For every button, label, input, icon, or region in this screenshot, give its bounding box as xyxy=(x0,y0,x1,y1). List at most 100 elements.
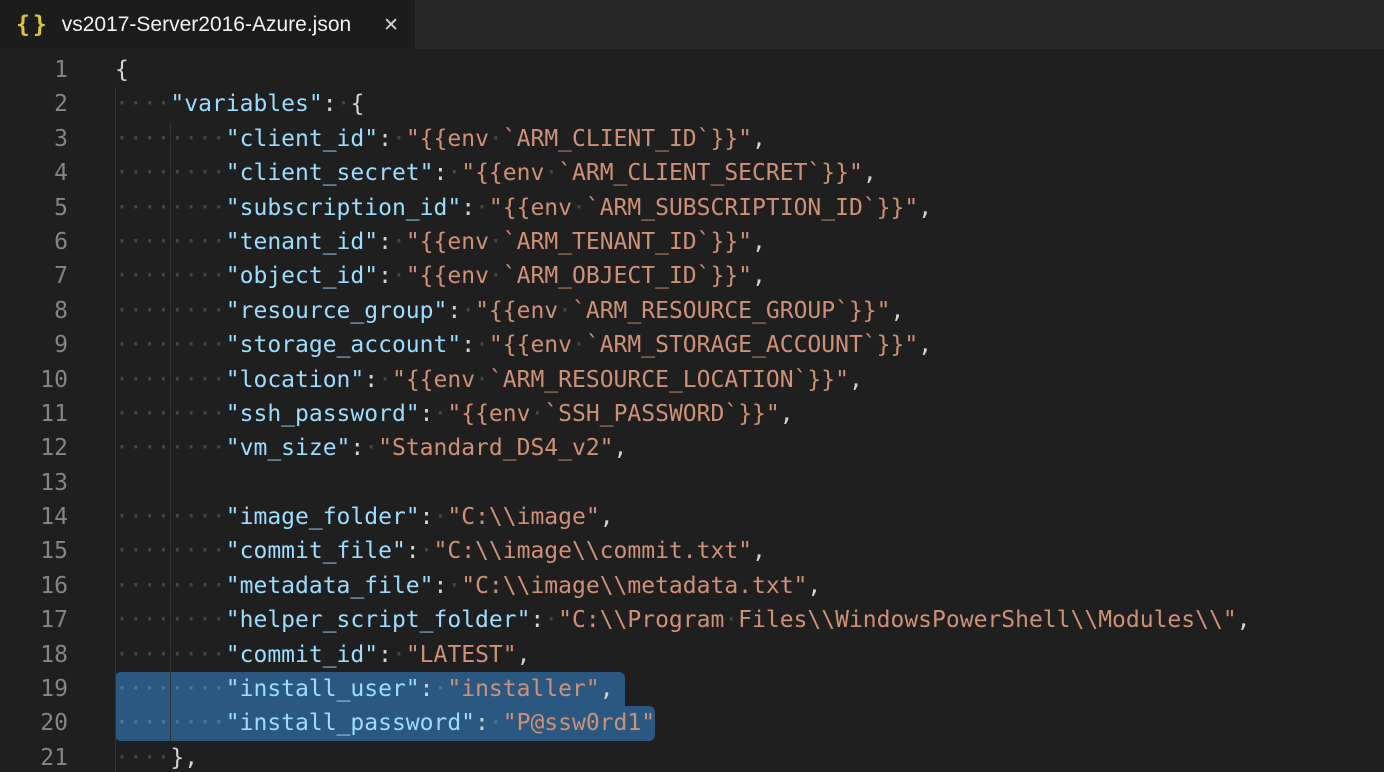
indent-guide xyxy=(170,638,171,672)
json-string-value: "{{env xyxy=(489,332,572,358)
whitespace-dots: · xyxy=(434,401,448,427)
indent-guide xyxy=(170,706,171,740)
whitespace-dots: · xyxy=(489,710,503,736)
code-text: ········"resource_group":·"{{env·`ARM_RE… xyxy=(115,294,904,328)
code-line[interactable]: 18········"commit_id":·"LATEST", xyxy=(0,638,1384,672)
whitespace-dots: ···· xyxy=(115,745,170,771)
json-key: "client_id" xyxy=(226,126,378,152)
line-number[interactable]: 7 xyxy=(0,259,68,293)
whitespace-dots: · xyxy=(364,435,378,461)
line-number[interactable]: 2 xyxy=(0,87,68,121)
json-punctuation: { xyxy=(115,57,129,83)
json-punctuation: : xyxy=(434,573,448,599)
line-number[interactable]: 13 xyxy=(0,466,68,500)
line-number[interactable]: 8 xyxy=(0,294,68,328)
line-number[interactable]: 19 xyxy=(0,672,68,706)
code-line[interactable]: 2 ····"variables":·{ xyxy=(0,87,1384,121)
line-number[interactable]: 9 xyxy=(0,328,68,362)
json-string-value: `SSH_PASSWORD`}}" xyxy=(544,401,779,427)
json-punctuation: , xyxy=(849,367,863,393)
code-text: ········"metadata_file":·"C:\\image\\met… xyxy=(115,569,821,603)
json-punctuation: : xyxy=(420,401,434,427)
code-line[interactable]: 6········"tenant_id":·"{{env·`ARM_TENANT… xyxy=(0,225,1384,259)
whitespace-dots: · xyxy=(544,607,558,633)
whitespace-dots: · xyxy=(434,676,448,702)
code-line[interactable]: 9········"storage_account":·"{{env·`ARM_… xyxy=(0,328,1384,362)
code-line[interactable]: 3········"client_id":·"{{env·`ARM_CLIENT… xyxy=(0,122,1384,156)
indent-guide xyxy=(170,122,171,156)
tab-vs2017-server2016-azure-json[interactable]: {} vs2017-Server2016-Azure.json ✕ xyxy=(0,0,415,49)
line-number[interactable]: 15 xyxy=(0,534,68,568)
code-line[interactable]: 7········"object_id":·"{{env·`ARM_OBJECT… xyxy=(0,259,1384,293)
line-number[interactable]: 5 xyxy=(0,191,68,225)
indent-guide xyxy=(115,156,116,190)
line-number[interactable]: 11 xyxy=(0,397,68,431)
code-text: ····"variables":·{ xyxy=(115,87,364,121)
json-key: "commit_file" xyxy=(226,538,406,564)
whitespace-dots: ···· xyxy=(115,91,170,117)
code-text: ········"image_folder":·"C:\\image", xyxy=(115,500,614,534)
json-punctuation: , xyxy=(780,401,794,427)
line-number[interactable]: 20 xyxy=(0,706,68,740)
code-line[interactable]: 14 ········"image_folder":·"C:\\image", xyxy=(0,500,1384,534)
line-number[interactable]: 3 xyxy=(0,122,68,156)
code-line[interactable]: 15········"commit_file":·"C:\\image\\com… xyxy=(0,534,1384,568)
line-number[interactable]: 1 xyxy=(0,53,68,87)
indent-guide xyxy=(115,225,116,259)
indent-guide xyxy=(115,569,116,603)
indent-guide xyxy=(170,328,171,362)
code-text: ········"ssh_password":·"{{env·`SSH_PASS… xyxy=(115,397,794,431)
tab-bar: {} vs2017-Server2016-Azure.json ✕ xyxy=(0,0,1384,49)
whitespace-dots: · xyxy=(530,401,544,427)
indent-guide xyxy=(170,534,171,568)
line-number[interactable]: 21 xyxy=(0,741,68,772)
code-editor[interactable]: 1{2····"variables":·{3········"client_id… xyxy=(0,49,1384,772)
json-punctuation: , xyxy=(863,160,877,186)
indent-guide xyxy=(170,225,171,259)
indent-guide xyxy=(115,431,116,465)
whitespace-dots: · xyxy=(447,160,461,186)
code-lines: 1{2····"variables":·{3········"client_id… xyxy=(0,53,1384,772)
line-number[interactable]: 6 xyxy=(0,225,68,259)
code-line[interactable]: 8 ········"resource_group":·"{{env·`ARM_R… xyxy=(0,294,1384,328)
line-number[interactable]: 12 xyxy=(0,431,68,465)
whitespace-dots: · xyxy=(392,263,406,289)
code-line[interactable]: 21····}, xyxy=(0,741,1384,772)
line-number[interactable]: 16 xyxy=(0,569,68,603)
json-string-value: "{{env xyxy=(447,401,530,427)
whitespace-dots: · xyxy=(489,229,503,255)
indent-guide xyxy=(115,397,116,431)
line-number[interactable]: 18 xyxy=(0,638,68,672)
code-line[interactable]: 5········"subscription_id":·"{{env·`ARM_… xyxy=(0,191,1384,225)
json-punctuation: , xyxy=(891,298,905,324)
indent-guide xyxy=(170,191,171,225)
json-punctuation: : xyxy=(350,435,364,461)
whitespace-dots: · xyxy=(572,195,586,221)
code-line[interactable]: 13 xyxy=(0,466,1384,500)
code-line[interactable]: 16 ········"metadata_file":·"C:\\image\\m… xyxy=(0,569,1384,603)
json-string-value: "installer" xyxy=(447,676,599,702)
code-line[interactable]: 10········"location":·"{{env·`ARM_RESOUR… xyxy=(0,363,1384,397)
json-key: "variables" xyxy=(170,91,322,117)
code-line[interactable]: 1{ xyxy=(0,53,1384,87)
line-number[interactable]: 17 xyxy=(0,603,68,637)
tab-title: vs2017-Server2016-Azure.json xyxy=(62,13,369,37)
indent-guide xyxy=(170,259,171,293)
whitespace-dots: · xyxy=(475,332,489,358)
indent-guide xyxy=(115,500,116,534)
code-line[interactable]: 20········"install_password":·"P@ssw0rd1… xyxy=(0,706,1384,740)
json-string-value: "{{env xyxy=(475,298,558,324)
code-line[interactable]: 17········"helper_script_folder":·"C:\\P… xyxy=(0,603,1384,637)
json-key: "install_user" xyxy=(226,676,420,702)
code-line[interactable]: 19········"install_user":·"installer", xyxy=(0,672,1384,706)
close-icon[interactable]: ✕ xyxy=(383,14,399,36)
code-line[interactable]: 4········"client_secret":·"{{env·`ARM_CL… xyxy=(0,156,1384,190)
line-number[interactable]: 14 xyxy=(0,500,68,534)
line-number[interactable]: 10 xyxy=(0,363,68,397)
json-punctuation: : xyxy=(420,676,434,702)
line-number[interactable]: 4 xyxy=(0,156,68,190)
json-punctuation: : xyxy=(406,538,420,564)
code-line[interactable]: 12········"vm_size":·"Standard_DS4_v2", xyxy=(0,431,1384,465)
code-line[interactable]: 11········"ssh_password":·"{{env·`SSH_PA… xyxy=(0,397,1384,431)
json-key: "object_id" xyxy=(226,263,378,289)
